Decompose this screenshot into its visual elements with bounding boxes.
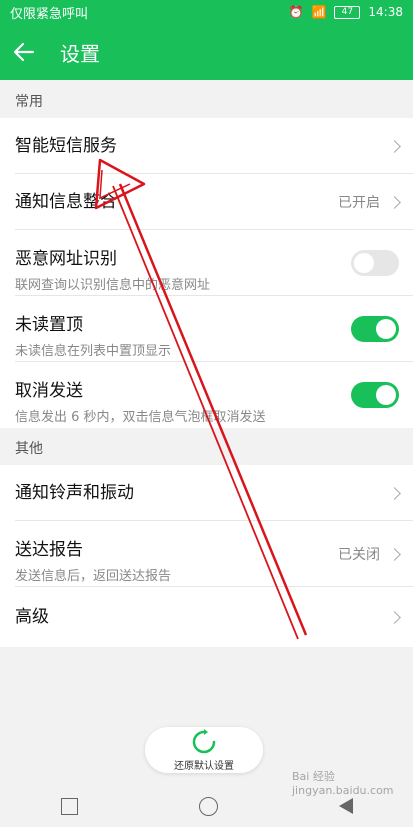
item-value: 已关闭 [338, 547, 380, 563]
back-nav-button[interactable] [338, 798, 353, 814]
cancel-send-item[interactable]: 取消发送 信息发出 6 秒内，双击信息气泡框取消发送 [0, 362, 413, 428]
unread-pin-item[interactable]: 未读置顶 未读信息在列表中置顶显示 [0, 296, 413, 362]
alarm-icon: ⏰ [288, 5, 304, 19]
clock-text: 14:38 [368, 5, 403, 19]
wifi-icon: 📶 [311, 5, 327, 19]
section-header-other: 其他 [0, 432, 413, 467]
restore-defaults-button[interactable]: 还原默认设置 [145, 727, 263, 773]
item-description: 联网查询以识别信息中的恶意网址 [15, 278, 211, 293]
unread-pin-toggle[interactable] [351, 316, 399, 342]
battery-icon: 47 [334, 5, 361, 19]
chevron-right-icon [388, 139, 401, 153]
item-label: 高级 [15, 607, 49, 627]
item-description: 未读信息在列表中置顶显示 [15, 344, 172, 359]
nav-bar: 设置 [0, 24, 413, 80]
chevron-right-icon [388, 486, 401, 500]
cancel-send-toggle[interactable] [351, 382, 399, 408]
malicious-url-item[interactable]: 恶意网址识别 联网查询以识别信息中的恶意网址 [0, 230, 413, 296]
recent-apps-button[interactable] [60, 797, 78, 815]
back-button[interactable] [0, 24, 48, 80]
malicious-url-toggle[interactable] [351, 250, 399, 276]
item-label: 恶意网址识别 [15, 249, 117, 269]
chevron-right-icon [388, 195, 401, 209]
system-nav-bar [0, 785, 413, 827]
status-icons: ⏰ 📶 47 14:38 [289, 5, 404, 19]
status-bar: 仅限紧急呼叫 ⏰ 📶 47 14:38 [0, 0, 413, 24]
advanced-item[interactable]: 高级 [0, 587, 413, 647]
item-label: 未读置顶 [15, 315, 83, 335]
delivery-report-item[interactable]: 送达报告 发送信息后，返回送达报告 已关闭 [0, 521, 413, 587]
restore-defaults-label: 还原默认设置 [174, 760, 234, 772]
chevron-right-icon [388, 610, 401, 624]
back-arrow-icon [13, 42, 35, 62]
item-description: 信息发出 6 秒内，双击信息气泡框取消发送 [15, 410, 266, 425]
ringtone-vibration-item[interactable]: 通知铃声和振动 [0, 465, 413, 521]
carrier-text: 仅限紧急呼叫 [10, 6, 89, 22]
refresh-icon [192, 728, 216, 753]
page-title: 设置 [60, 41, 100, 66]
notification-merge-item[interactable]: 通知信息整合 已开启 [0, 174, 413, 230]
item-label: 智能短信服务 [15, 136, 117, 156]
item-value: 已开启 [338, 195, 380, 211]
section-header-common: 常用 [0, 85, 413, 120]
home-button[interactable] [198, 796, 218, 816]
item-label: 通知铃声和振动 [15, 483, 134, 503]
smart-sms-service-item[interactable]: 智能短信服务 [0, 118, 413, 174]
item-label: 取消发送 [15, 381, 83, 401]
chevron-right-icon [388, 547, 401, 561]
top-bar: 仅限紧急呼叫 ⏰ 📶 47 14:38 设置 [0, 0, 413, 80]
